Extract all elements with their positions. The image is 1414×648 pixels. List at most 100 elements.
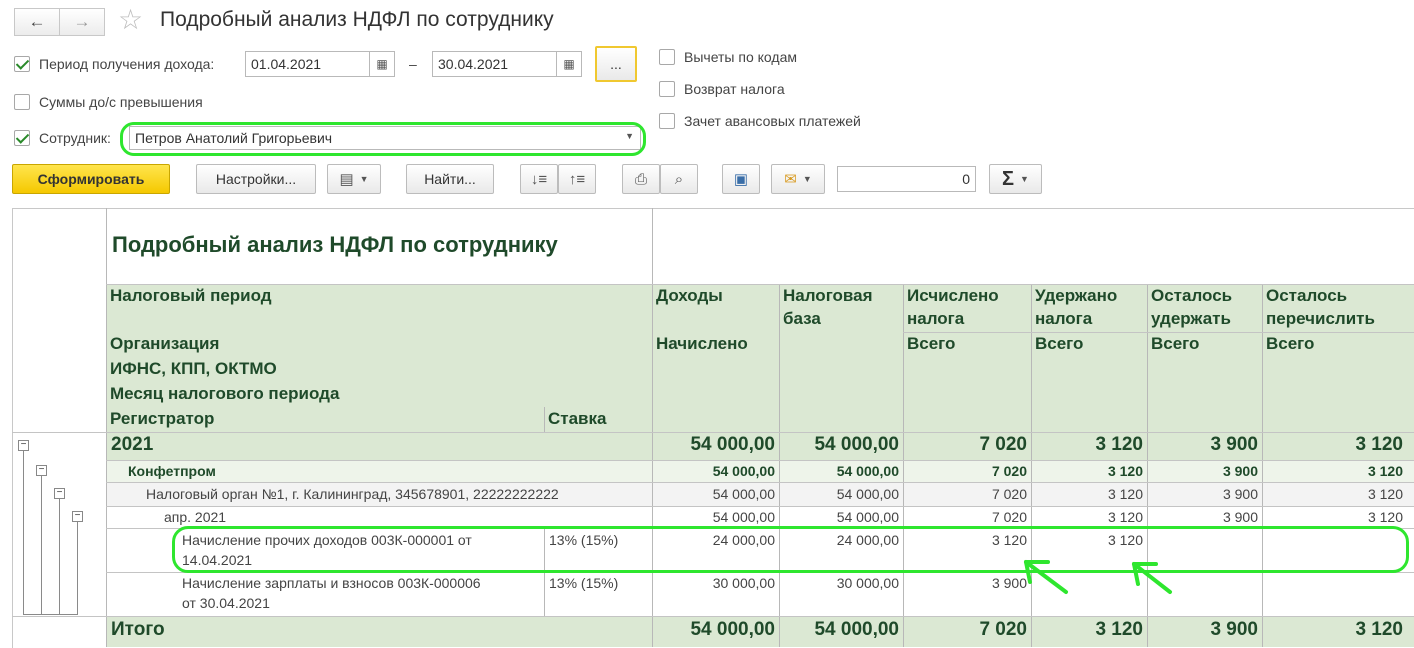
collapse-year-icon[interactable]: − (18, 440, 29, 451)
row-month-income: 54 000,00 (712, 509, 775, 525)
arrow-up-left-icon (1132, 562, 1172, 594)
variants-button[interactable]: ▤ ▼ (327, 164, 381, 194)
row-year-withheld: 3 120 (1095, 434, 1143, 455)
row-doc1-label-line2[interactable]: 14.04.2021 (182, 552, 252, 568)
row-ifns-left-transfer: 3 120 (1367, 486, 1403, 502)
header-left-withhold: Осталось удержать (1147, 284, 1262, 432)
deductions-checkbox[interactable] (659, 49, 675, 65)
header-calculated: Исчислено налога (903, 284, 1031, 432)
sort-ascending-icon: ↑≡ (568, 170, 586, 188)
row-month-left-withhold: 3 900 (1222, 509, 1258, 525)
arrow-left-icon: ← (28, 12, 46, 31)
report-variants-icon: ▤ (339, 171, 354, 188)
collapse-groups-button[interactable]: ↓≡ (520, 164, 558, 194)
advance-offset-checkbox[interactable] (659, 113, 675, 129)
floppy-disk-icon: ▣ (733, 171, 749, 188)
row-year-left-transfer: 3 120 (1355, 434, 1403, 455)
header-left-transfer-label: Осталось перечислить (1266, 286, 1375, 328)
row-org-income: 54 000,00 (712, 463, 775, 479)
chevron-down-icon: ▼ (359, 174, 369, 184)
row-doc1-calc: 3 120 (991, 532, 1027, 548)
row-ifns-withheld: 3 120 (1107, 486, 1143, 502)
header-withheld: Удержано налога (1031, 284, 1147, 432)
header-income: Доходы (652, 284, 779, 432)
preview-button[interactable]: ⌕ (660, 164, 698, 194)
settings-button[interactable]: Настройки... (196, 164, 316, 194)
printer-icon: ⎙ (634, 170, 647, 188)
calendar-to-button[interactable]: ▦ (556, 51, 582, 77)
period-select-button[interactable]: ... (595, 46, 637, 82)
calendar-icon: ▦ (563, 57, 575, 71)
employee-select[interactable]: Петров Анатолий Григорьевич ▼ (129, 126, 641, 150)
collapse-ifns-icon[interactable]: − (54, 488, 65, 499)
row-ifns-calc: 7 020 (991, 486, 1027, 502)
header-month-label: Месяц налогового периода (110, 384, 340, 403)
header-registrar: Регистратор (106, 407, 544, 432)
expand-groups-button[interactable]: ↑≡ (558, 164, 596, 194)
row-month-base: 54 000,00 (836, 509, 899, 525)
forward-button[interactable]: → (59, 8, 105, 36)
header-tax-base-label: Налоговая база (783, 286, 873, 328)
collapse-month-icon[interactable]: − (72, 511, 83, 522)
header-income-label: Доходы (656, 286, 723, 305)
header-rate-label: Ставка (548, 409, 607, 428)
chevron-down-icon: ▼ (625, 131, 634, 141)
row-doc2-label-line2[interactable]: от 30.04.2021 (182, 595, 270, 611)
header-calculated-total: Всего (907, 334, 956, 353)
employee-checkbox[interactable] (14, 130, 30, 146)
tax-return-label: Возврат налога (684, 81, 785, 97)
header-registrar-label: Регистратор (110, 409, 215, 428)
save-button[interactable]: ▣ (722, 164, 760, 194)
sums-label: Суммы до/с превышения (39, 94, 203, 110)
deductions-label: Вычеты по кодам (684, 49, 797, 65)
period-checkbox[interactable] (14, 56, 30, 72)
row-month-label: апр. 2021 (164, 509, 227, 525)
row-year-left-withhold: 3 900 (1210, 434, 1258, 455)
row-ifns-left-withhold: 3 900 (1222, 486, 1258, 502)
window-title: Подробный анализ НДФЛ по сотруднику (160, 8, 554, 31)
print-preview-icon: ⌕ (674, 170, 684, 188)
calendar-from-button[interactable]: ▦ (369, 51, 395, 77)
find-button[interactable]: Найти... (406, 164, 494, 194)
print-button[interactable]: ⎙ (622, 164, 660, 194)
back-button[interactable]: ← (14, 8, 60, 36)
email-button[interactable]: ✉ ▼ (771, 164, 825, 194)
period-to-input[interactable]: 30.04.2021 (432, 51, 558, 77)
row-total-calc: 7 020 (979, 619, 1027, 640)
period-from-input[interactable]: 01.04.2021 (245, 51, 371, 77)
row-total-left-transfer: 3 120 (1355, 619, 1403, 640)
row-ifns-income: 54 000,00 (712, 486, 775, 502)
row-doc2-rate: 13% (15%) (549, 575, 619, 591)
header-accrued: Начислено (656, 334, 748, 353)
row-org-withheld: 3 120 (1107, 463, 1143, 479)
header-calculated-label: Исчислено налога (907, 286, 999, 328)
header-ifns: ИФНС, КПП, ОКТМО (106, 357, 652, 382)
header-withheld-total: Всего (1035, 334, 1084, 353)
employee-label: Сотрудник: (39, 130, 111, 146)
row-month-left-transfer: 3 120 (1367, 509, 1403, 525)
header-organization-label: Организация (110, 334, 220, 353)
header-ifns-label: ИФНС, КПП, ОКТМО (110, 359, 277, 378)
row-total-label: Итого (111, 619, 165, 640)
sums-checkbox[interactable] (14, 94, 30, 110)
header-tax-period: Налоговый период (106, 284, 652, 332)
row-ifns-label: Налоговый орган №1, г. Калининград, 3456… (146, 486, 559, 502)
collapse-org-icon[interactable]: − (36, 465, 47, 476)
row-org-left-withhold: 3 900 (1222, 463, 1258, 479)
row-org-label: Конфетпром (128, 463, 216, 479)
envelope-icon: ✉ (784, 171, 797, 188)
row-total-left-withhold: 3 900 (1210, 619, 1258, 640)
row-total-base: 54 000,00 (814, 619, 899, 640)
row-org-calc: 7 020 (991, 463, 1027, 479)
sum-value-field[interactable]: 0 (837, 166, 976, 192)
row-year-base: 54 000,00 (814, 434, 899, 455)
row-doc2-label-line1[interactable]: Начисление зарплаты и взносов 003К-00000… (182, 575, 481, 591)
favorite-star-icon[interactable]: ☆ (118, 6, 143, 34)
tax-return-checkbox[interactable] (659, 81, 675, 97)
generate-button[interactable]: Сформировать (12, 164, 170, 194)
row-org-left-transfer: 3 120 (1367, 463, 1403, 479)
row-doc1-label-line1[interactable]: Начисление прочих доходов 003К-000001 от (182, 532, 472, 548)
advance-offset-label: Зачет авансовых платежей (684, 113, 861, 129)
annotation-arrows (1024, 560, 1172, 594)
sum-mode-button[interactable]: Σ ▼ (989, 164, 1042, 194)
